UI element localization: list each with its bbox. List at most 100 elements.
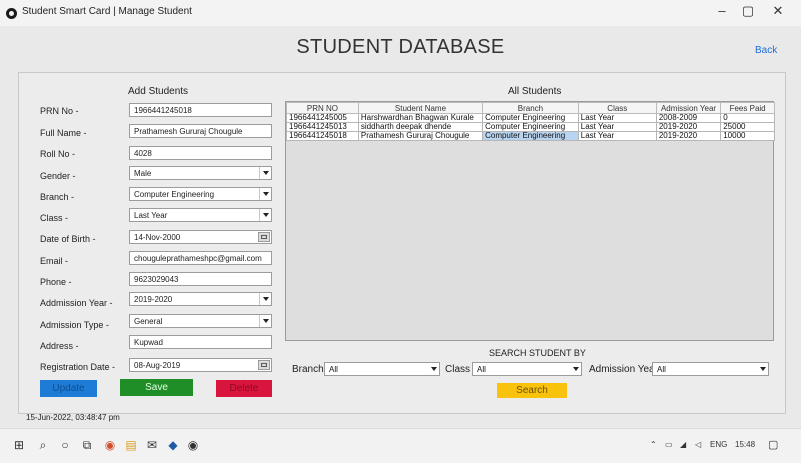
column-header-branch[interactable]: Branch (482, 102, 579, 114)
back-link[interactable]: Back (755, 45, 777, 56)
search-branch-select[interactable]: All (324, 362, 440, 376)
column-header-prn[interactable]: PRN NO (286, 102, 359, 114)
language-indicator[interactable]: ENG (710, 440, 727, 449)
task-view-icon[interactable]: ⧉ (80, 438, 94, 452)
search-button[interactable]: Search (497, 383, 567, 398)
roll-no-label: Roll No - (40, 149, 76, 159)
full-name-label: Full Name - (40, 128, 87, 138)
branch-value: Computer Engineering (134, 190, 215, 199)
gender-value: Male (134, 169, 152, 178)
prn-label: PRN No - (40, 106, 79, 116)
column-header-student-name[interactable]: Student Name (357, 102, 484, 114)
search-section-title: SEARCH STUDENT BY (489, 348, 586, 358)
calendar-icon[interactable] (258, 360, 270, 370)
phone-input[interactable]: 9623029043 (129, 272, 272, 286)
chevron-down-icon[interactable] (760, 367, 766, 371)
full-name-input[interactable]: Prathamesh Gururaj Chougule (129, 124, 272, 138)
app-icon (6, 8, 17, 19)
divider (259, 209, 260, 221)
chevron-down-icon[interactable] (573, 367, 579, 371)
chevron-down-icon[interactable] (263, 319, 269, 323)
divider (259, 167, 260, 179)
column-header-fees-paid[interactable]: Fees Paid (720, 102, 775, 114)
delete-button[interactable]: Delete (216, 380, 272, 397)
roll-no-input[interactable]: 4028 (129, 146, 272, 160)
class-value: Last Year (134, 211, 168, 220)
address-input[interactable]: Kupwad (129, 335, 272, 349)
taskbar: ⊞ ⌕ ○ ⧉ ◉ ▤ ✉ ◆ ◉ ⌃ ▭ ◢ ◁ ENG 15:48 ▢ (0, 428, 801, 463)
table-cell[interactable]: 2019-2020 (655, 131, 722, 141)
minimize-button[interactable]: – (712, 3, 732, 18)
chevron-down-icon[interactable] (263, 297, 269, 301)
file-explorer-icon[interactable]: ▤ (124, 438, 138, 452)
table-row-selected[interactable]: 1966441245018 Prathamesh Gururaj Chougul… (286, 131, 775, 141)
dob-picker[interactable]: 14-Nov-2000 (129, 230, 272, 244)
search-year-select[interactable]: All (652, 362, 769, 376)
class-select[interactable]: Last Year (129, 208, 272, 222)
prn-input[interactable]: 1966441245018 (129, 103, 272, 117)
network-icon[interactable]: ◢ (680, 440, 686, 449)
mail-icon[interactable]: ✉ (145, 438, 159, 452)
notification-icon[interactable]: ▢ (768, 438, 778, 451)
all-students-title: All Students (508, 86, 562, 97)
page-title: STUDENT DATABASE (296, 36, 505, 58)
admission-year-select[interactable]: 2019-2020 (129, 292, 272, 306)
store-icon[interactable]: ◆ (166, 438, 180, 452)
maximize-button[interactable]: ▢ (738, 3, 758, 19)
save-button[interactable]: Save (120, 379, 193, 396)
branch-label: Branch - (40, 192, 75, 202)
gender-label: Gender - (40, 171, 76, 181)
admission-type-label: Admission Type - (40, 320, 109, 330)
admission-type-select[interactable]: General (129, 314, 272, 328)
table-cell[interactable]: Last Year (577, 131, 657, 141)
search-icon[interactable]: ⌕ (36, 438, 50, 452)
email-label: Email - (40, 256, 69, 266)
battery-icon[interactable]: ▭ (665, 440, 673, 449)
gender-select[interactable]: Male (129, 166, 272, 180)
window-title: Student Smart Card | Manage Student (22, 6, 192, 17)
admission-year-value: 2019-2020 (134, 295, 173, 304)
close-button[interactable]: ✕ (768, 3, 788, 19)
search-year-label: Admission Year (589, 364, 658, 375)
volume-icon[interactable]: ◁ (695, 440, 701, 449)
class-label: Class - (40, 213, 69, 223)
tray-up-icon[interactable]: ⌃ (650, 440, 657, 449)
search-class-label: Class (445, 364, 471, 375)
students-table[interactable]: PRN NO Student Name Branch Class Admissi… (285, 101, 775, 341)
page-header: STUDENT DATABASE Back (0, 26, 801, 74)
dob-value: 14-Nov-2000 (134, 233, 181, 242)
chrome-icon[interactable]: ◉ (103, 438, 117, 452)
add-students-title: Add Students (128, 86, 189, 97)
branch-select[interactable]: Computer Engineering (129, 187, 272, 201)
calendar-icon[interactable] (258, 232, 270, 242)
table-header-row: PRN NO Student Name Branch Class Admissi… (286, 102, 775, 114)
update-button[interactable]: Update (40, 380, 97, 397)
divider (259, 293, 260, 305)
search-branch-label: Branch (292, 364, 324, 375)
column-header-class[interactable]: Class (577, 102, 657, 114)
table-cell-selected[interactable]: Computer Engineering (482, 131, 579, 141)
phone-label: Phone - (40, 277, 72, 287)
students-grid: PRN NO Student Name Branch Class Admissi… (286, 102, 775, 141)
search-class-select[interactable]: All (472, 362, 582, 376)
clock[interactable]: 15:48 (735, 440, 755, 449)
chevron-down-icon[interactable] (263, 213, 269, 217)
table-cell[interactable]: Prathamesh Gururaj Chougule (357, 131, 484, 141)
windows-start-icon[interactable]: ⊞ (12, 438, 26, 452)
registration-date-picker[interactable]: 08-Aug-2019 (129, 358, 272, 372)
search-year-value: All (657, 365, 666, 374)
chevron-down-icon[interactable] (431, 367, 437, 371)
registration-date-value: 08-Aug-2019 (134, 361, 181, 370)
address-label: Address - (40, 341, 79, 351)
chevron-down-icon[interactable] (263, 171, 269, 175)
column-header-admission-year[interactable]: Admission Year (655, 102, 722, 114)
table-cell[interactable]: 1966441245018 (286, 131, 359, 141)
chevron-down-icon[interactable] (263, 192, 269, 196)
table-cell[interactable]: 10000 (720, 131, 775, 141)
cortana-icon[interactable]: ○ (58, 438, 72, 452)
email-input[interactable]: chouguleprathameshpc@gmail.com (129, 251, 272, 265)
search-class-value: All (477, 365, 486, 374)
app-taskbar-icon[interactable]: ◉ (186, 438, 200, 452)
divider (259, 315, 260, 327)
divider (259, 188, 260, 200)
